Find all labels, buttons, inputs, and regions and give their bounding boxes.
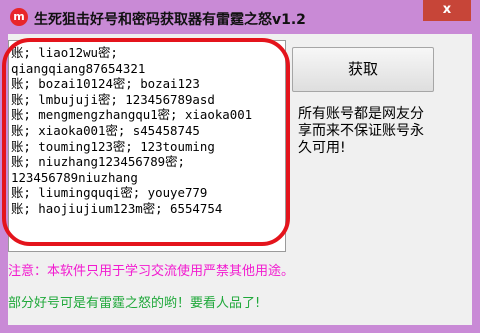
- app-window: m 生死狙击好号和密码获取器有雷霆之怒v1.2 x 账; liao12wu密; q…: [0, 0, 480, 333]
- app-logo-icon: m: [10, 8, 28, 26]
- account-line: 账; haojiujium123m密; 6554754: [11, 200, 223, 216]
- usage-warning: 注意：本软件只用于学习交流使用严禁其他用途。: [8, 264, 295, 279]
- account-line: 账; liumingquqi密; youye779: [11, 185, 208, 201]
- account-line: 123456789niuzhang: [11, 169, 138, 185]
- account-line: 账; bozai10124密; bozai123: [11, 76, 200, 92]
- accounts-textbox[interactable]: 账; liao12wu密; qiangqiang87654321 账; bozai1…: [8, 40, 286, 252]
- window-title: 生死狙击好号和密码获取器有雷霆之怒v1.2: [34, 12, 306, 28]
- account-line: 账; mengmengzhangqu1密; xiaoka001: [11, 107, 253, 123]
- account-line: 账; lmbujuji密; 123456789asd: [11, 91, 215, 107]
- fetch-button[interactable]: 获取: [292, 47, 434, 92]
- title-bar: m 生死狙击好号和密码获取器有雷霆之怒v1.2 x: [0, 0, 480, 34]
- account-line: 账; touming123密; 123touming: [11, 138, 215, 154]
- footer-message: 部分好号可是有雷霆之怒的哟！要看人品了!: [8, 296, 261, 311]
- account-line: 账; xiaoka001密; s45458745: [11, 122, 200, 138]
- disclaimer-note: 所有账号都是网友分享而来不保证账号永久可用!: [298, 106, 424, 156]
- accounts-list: 账; liao12wu密; qiangqiang87654321 账; bozai1…: [9, 41, 285, 217]
- client-area: 账; liao12wu密; qiangqiang87654321 账; bozai1…: [2, 34, 472, 325]
- close-button[interactable]: x: [423, 0, 471, 21]
- account-line: 账; liao12wu密;: [11, 45, 118, 60]
- account-line: 账; niuzhang123456789密;: [11, 154, 185, 170]
- account-line: qiangqiang87654321: [11, 60, 146, 76]
